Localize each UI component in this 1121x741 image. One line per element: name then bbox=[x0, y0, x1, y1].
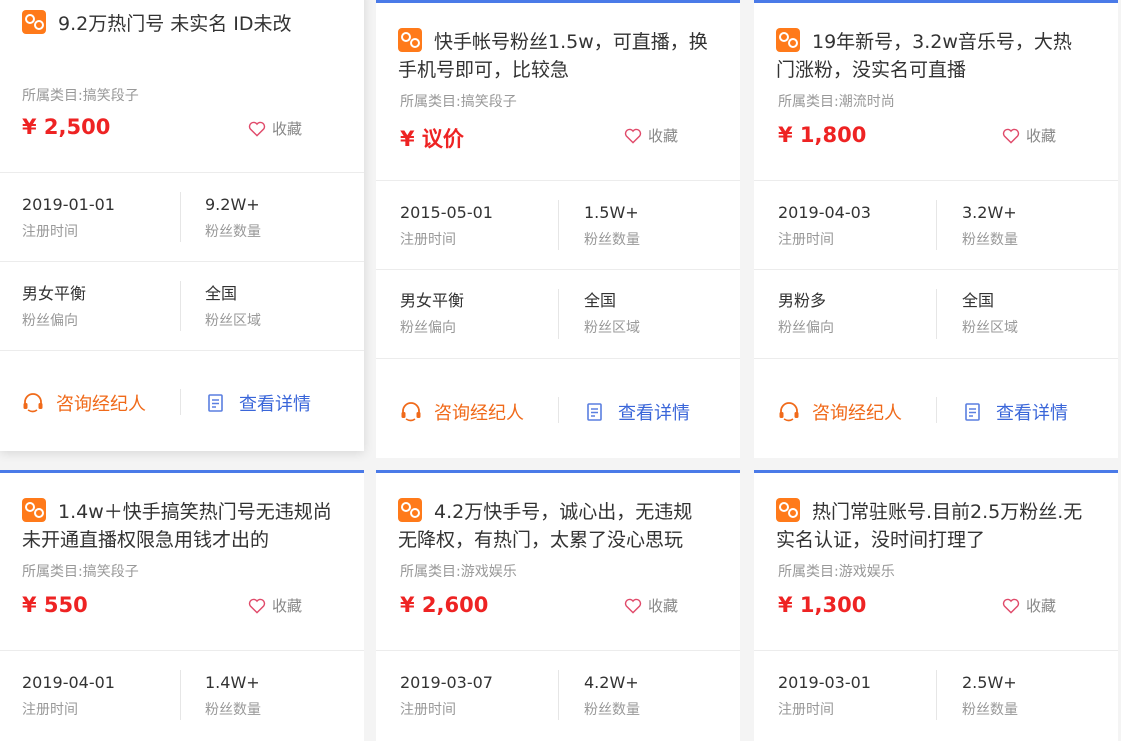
reg-date-stat: 2019-04-03 注册时间 bbox=[778, 203, 871, 248]
document-icon bbox=[208, 394, 223, 412]
divider bbox=[754, 269, 1118, 270]
divider bbox=[558, 200, 559, 250]
listing-card[interactable]: 19年新号，3.2w音乐号，大热门涨粉，没实名可直播 所属类目:潮流时尚 ¥ 1… bbox=[754, 0, 1118, 458]
listing-card[interactable]: 1.4w＋快手搞笑热门号无违规尚未开通直播权限急用钱才出的 所属类目:搞笑段子 … bbox=[0, 470, 364, 741]
fans-stat: 1.5W+ 粉丝数量 bbox=[584, 203, 640, 248]
divider bbox=[0, 261, 364, 262]
price: ¥ 议价 bbox=[400, 127, 464, 151]
divider bbox=[558, 397, 559, 423]
category-label: 所属类目:潮流时尚 bbox=[778, 94, 895, 110]
listing-title[interactable]: 快手帐号粉丝1.5w，可直播，换手机号即可，比较急 bbox=[398, 28, 710, 84]
divider bbox=[558, 670, 559, 720]
favorite-button[interactable]: 收藏 bbox=[248, 595, 302, 616]
divider bbox=[558, 289, 559, 339]
divider bbox=[754, 358, 1118, 359]
divider bbox=[936, 200, 937, 250]
view-details-button[interactable]: 查看详情 bbox=[584, 399, 690, 425]
kuaishou-logo-icon bbox=[776, 498, 800, 522]
consult-agent-button[interactable]: 咨询经纪人 bbox=[778, 399, 902, 425]
heart-icon bbox=[1002, 128, 1020, 144]
divider bbox=[936, 670, 937, 720]
divider bbox=[754, 650, 1118, 651]
listing-card[interactable]: 热门常驻账号.目前2.5万粉丝.无实名认证，没时间打理了 所属类目:游戏娱乐 ¥… bbox=[754, 470, 1118, 741]
heart-icon bbox=[1002, 598, 1020, 614]
divider bbox=[376, 180, 740, 181]
heart-icon bbox=[248, 121, 266, 137]
reg-date-stat: 2019-03-07 注册时间 bbox=[400, 673, 493, 718]
headset-icon bbox=[401, 402, 421, 422]
gender-stat: 男女平衡 粉丝偏向 bbox=[22, 284, 87, 329]
document-icon bbox=[587, 403, 602, 421]
divider bbox=[754, 180, 1118, 181]
fans-stat: 2.5W+ 粉丝数量 bbox=[962, 673, 1018, 718]
listing-card[interactable]: 9.2万热门号 未实名 ID未改 所属类目:搞笑段子 ¥ 2,500 收藏 20… bbox=[0, 0, 364, 451]
divider bbox=[180, 389, 181, 415]
category-label: 所属类目:游戏娱乐 bbox=[400, 564, 517, 580]
region-stat: 全国 粉丝区域 bbox=[584, 291, 640, 336]
reg-date-stat: 2019-03-01 注册时间 bbox=[778, 673, 871, 718]
fans-stat: 3.2W+ 粉丝数量 bbox=[962, 203, 1018, 248]
consult-agent-button[interactable]: 咨询经纪人 bbox=[400, 399, 524, 425]
listing-title[interactable]: 热门常驻账号.目前2.5万粉丝.无实名认证，没时间打理了 bbox=[776, 498, 1088, 554]
region-stat: 全国 粉丝区域 bbox=[205, 284, 261, 329]
divider bbox=[0, 350, 364, 351]
kuaishou-logo-icon bbox=[398, 28, 422, 52]
heart-icon bbox=[624, 598, 642, 614]
consult-agent-button[interactable]: 咨询经纪人 bbox=[22, 390, 146, 416]
listing-card[interactable]: 快手帐号粉丝1.5w，可直播，换手机号即可，比较急 所属类目:搞笑段子 ¥ 议价… bbox=[376, 0, 740, 458]
heart-icon bbox=[624, 128, 642, 144]
view-details-button[interactable]: 查看详情 bbox=[205, 390, 311, 416]
headset-icon bbox=[23, 393, 43, 413]
region-stat: 全国 粉丝区域 bbox=[962, 291, 1018, 336]
price: ¥ 2,500 bbox=[22, 115, 111, 139]
divider bbox=[376, 650, 740, 651]
divider bbox=[180, 192, 181, 242]
category-label: 所属类目:游戏娱乐 bbox=[778, 564, 895, 580]
divider bbox=[376, 269, 740, 270]
favorite-button[interactable]: 收藏 bbox=[624, 125, 678, 146]
favorite-button[interactable]: 收藏 bbox=[624, 595, 678, 616]
fans-stat: 9.2W+ 粉丝数量 bbox=[205, 195, 261, 240]
price: ¥ 1,300 bbox=[778, 593, 867, 617]
fans-stat: 4.2W+ 粉丝数量 bbox=[584, 673, 640, 718]
category-label: 所属类目:搞笑段子 bbox=[22, 88, 139, 104]
price: ¥ 2,600 bbox=[400, 593, 489, 617]
kuaishou-logo-icon bbox=[22, 498, 46, 522]
favorite-button[interactable]: 收藏 bbox=[248, 118, 302, 139]
favorite-button[interactable]: 收藏 bbox=[1002, 125, 1056, 146]
kuaishou-logo-icon bbox=[398, 498, 422, 522]
kuaishou-logo-icon bbox=[22, 10, 46, 34]
reg-date-stat: 2019-04-01 注册时间 bbox=[22, 673, 115, 718]
divider bbox=[936, 397, 937, 423]
reg-date-stat: 2015-05-01 注册时间 bbox=[400, 203, 493, 248]
listing-title[interactable]: 9.2万热门号 未实名 ID未改 bbox=[22, 10, 334, 38]
document-icon bbox=[965, 403, 980, 421]
divider bbox=[180, 281, 181, 331]
listing-card[interactable]: 4.2万快手号，诚心出，无违规无降权，有热门，太累了没心思玩 所属类目:游戏娱乐… bbox=[376, 470, 740, 741]
headset-icon bbox=[779, 402, 799, 422]
kuaishou-logo-icon bbox=[776, 28, 800, 52]
fans-stat: 1.4W+ 粉丝数量 bbox=[205, 673, 261, 718]
divider bbox=[0, 650, 364, 651]
view-details-button[interactable]: 查看详情 bbox=[962, 399, 1068, 425]
reg-date-stat: 2019-01-01 注册时间 bbox=[22, 195, 115, 240]
divider bbox=[936, 289, 937, 339]
gender-stat: 男粉多 粉丝偏向 bbox=[778, 291, 834, 336]
divider bbox=[0, 172, 364, 173]
listing-title[interactable]: 4.2万快手号，诚心出，无违规无降权，有热门，太累了没心思玩 bbox=[398, 498, 710, 554]
category-label: 所属类目:搞笑段子 bbox=[22, 564, 139, 580]
heart-icon bbox=[248, 598, 266, 614]
gender-stat: 男女平衡 粉丝偏向 bbox=[400, 291, 465, 336]
listing-title[interactable]: 19年新号，3.2w音乐号，大热门涨粉，没实名可直播 bbox=[776, 28, 1088, 84]
category-label: 所属类目:搞笑段子 bbox=[400, 94, 517, 110]
price: ¥ 550 bbox=[22, 593, 88, 617]
divider bbox=[376, 358, 740, 359]
favorite-button[interactable]: 收藏 bbox=[1002, 595, 1056, 616]
listing-title[interactable]: 1.4w＋快手搞笑热门号无违规尚未开通直播权限急用钱才出的 bbox=[22, 498, 334, 554]
divider bbox=[180, 670, 181, 720]
price: ¥ 1,800 bbox=[778, 123, 867, 147]
